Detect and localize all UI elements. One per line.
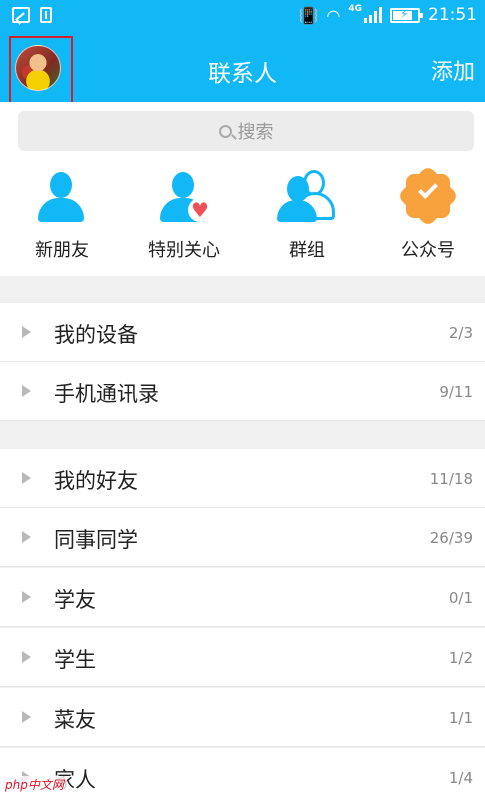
special-care-icon: ♥ [158, 170, 212, 222]
quick-label: 群组 [289, 240, 325, 261]
add-button[interactable]: 添加 [431, 54, 475, 86]
quick-new-friend[interactable]: 新朋友 [12, 170, 112, 262]
group-row-schoolmates[interactable]: 学友 0/1 [0, 568, 485, 627]
group-name: 我的好友 [54, 469, 138, 493]
group-name: 我的设备 [54, 323, 138, 347]
group-row-colleagues[interactable]: 同事同学 26/39 [0, 508, 485, 567]
group-count: 1/1 [448, 709, 473, 727]
expand-arrow-icon [22, 531, 31, 543]
group-row-students[interactable]: 学生 1/2 [0, 628, 485, 687]
wifi-icon: ◠ [326, 5, 341, 25]
expand-arrow-icon [22, 711, 31, 723]
expand-arrow-icon [22, 591, 31, 603]
quick-label: 特别关心 [148, 240, 220, 261]
group-count: 1/2 [448, 649, 473, 667]
official-account-icon [396, 164, 460, 228]
group-count: 26/39 [429, 529, 473, 547]
battery-icon: ⚡ [390, 7, 423, 23]
image-notification-icon [12, 7, 30, 23]
group-row-my-devices[interactable]: 我的设备 2/3 [0, 303, 485, 362]
group-count: 0/1 [448, 589, 473, 607]
expand-arrow-icon [22, 326, 31, 338]
status-bar: 📳 ◠ 4G ⚡ 21:51 [0, 0, 485, 32]
group-count: 2/3 [448, 324, 473, 342]
search-input[interactable]: 搜索 [18, 111, 474, 151]
quick-label: 新朋友 [35, 240, 89, 261]
heart-icon: ♥ [188, 198, 212, 222]
group-row-family[interactable]: 家人 1/4 [0, 748, 485, 798]
signal-icon [364, 7, 382, 23]
group-row-food-friends[interactable]: 菜友 1/1 [0, 688, 485, 747]
expand-arrow-icon [22, 651, 31, 663]
group-name: 同事同学 [54, 528, 138, 552]
group-icon [277, 170, 335, 222]
status-time: 21:51 [428, 5, 477, 25]
quick-official-account[interactable]: 公众号 [378, 164, 478, 262]
quick-special-care[interactable]: ♥ 特别关心 [134, 170, 234, 262]
expand-arrow-icon [22, 385, 31, 397]
group-row-my-friends[interactable]: 我的好友 11/18 [0, 449, 485, 508]
search-area: 搜索 [0, 102, 485, 160]
group-count: 1/4 [448, 769, 473, 787]
group-name: 手机通讯录 [54, 382, 159, 406]
watermark: php中文网 [2, 776, 67, 793]
search-placeholder: 搜索 [237, 122, 274, 143]
search-icon [218, 124, 232, 138]
usb-notification-icon [40, 7, 52, 23]
expand-arrow-icon [22, 472, 31, 484]
title-bar: 联系人 添加 [0, 32, 485, 111]
group-count: 9/11 [439, 383, 473, 401]
quick-group[interactable]: 群组 [257, 170, 357, 262]
group-name: 学友 [54, 588, 96, 612]
group-name: 菜友 [54, 708, 96, 732]
group-name: 学生 [54, 648, 96, 672]
group-count: 11/18 [429, 470, 473, 488]
page-title: 联系人 [208, 61, 277, 87]
quick-label: 公众号 [401, 240, 455, 261]
network-type: 4G [348, 4, 362, 14]
quick-actions: 新朋友 ♥ 特别关心 群组 公众号 [0, 160, 485, 276]
group-row-phone-contacts[interactable]: 手机通讯录 9/11 [0, 362, 485, 421]
vibrate-icon: 📳 [298, 5, 319, 25]
new-friend-icon [36, 170, 88, 222]
